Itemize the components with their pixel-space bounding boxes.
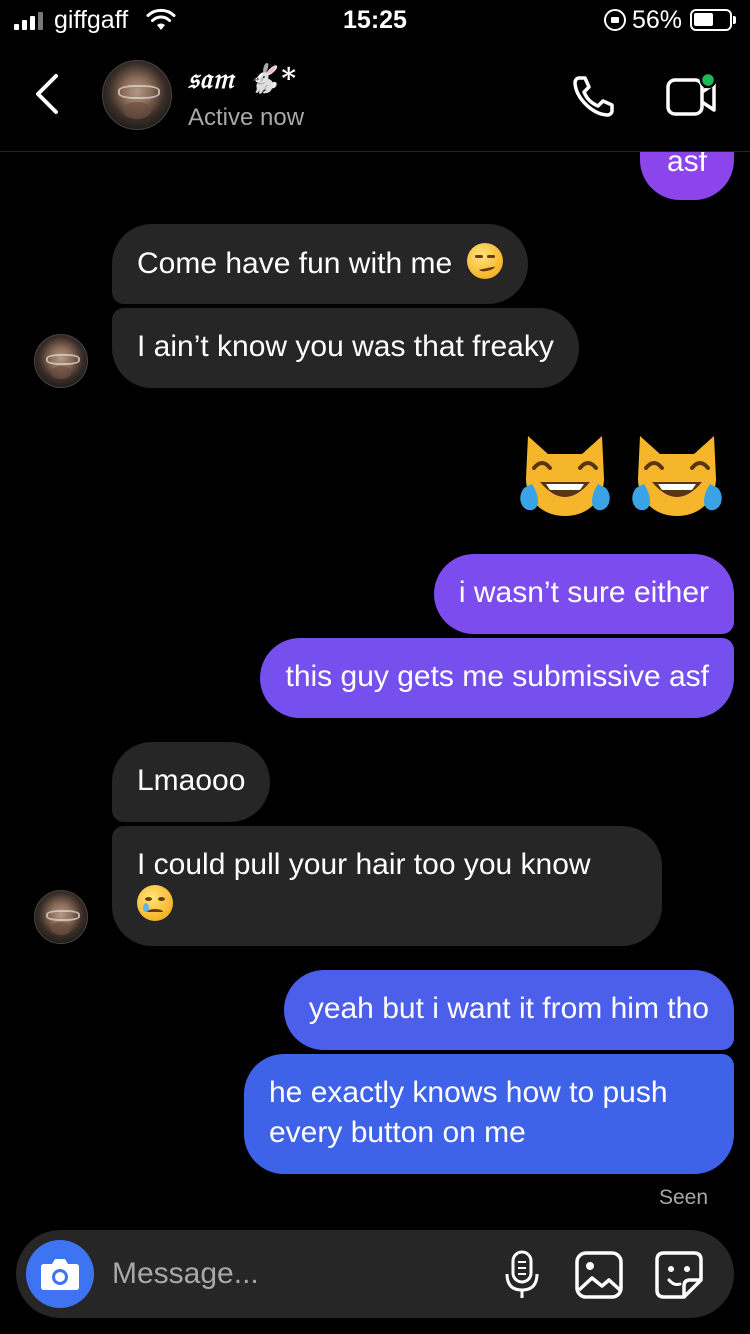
message-text: this guy gets me submissive asf <box>285 660 709 693</box>
incoming-message[interactable]: I ain’t know you was that freaky <box>112 308 579 388</box>
camera-icon <box>41 1259 79 1290</box>
message-text: I could pull your hair too you know <box>137 848 591 881</box>
sticker-icon[interactable] <box>654 1250 704 1300</box>
back-button[interactable] <box>28 72 68 116</box>
message-composer <box>16 1230 734 1318</box>
camera-button[interactable] <box>26 1240 94 1308</box>
video-call-icon[interactable] <box>664 70 720 120</box>
contact-name[interactable]: 𝔰𝔞𝔪 🐇* <box>188 62 297 96</box>
incoming-message[interactable]: Lmaooo <box>112 742 271 822</box>
smirk-face-icon <box>466 243 503 279</box>
message-text: yeah but i want it from him tho <box>308 992 709 1025</box>
message-text: Lmaooo <box>137 764 246 797</box>
face-holding-back-tears-icon <box>137 885 173 921</box>
message-text: i wasn’t sure either <box>458 576 709 609</box>
cat-tears-of-joy-icon[interactable] <box>630 428 724 518</box>
message-text: Come have fun with me <box>137 247 453 280</box>
outgoing-message[interactable]: this guy gets me submissive asf <box>260 638 734 718</box>
gallery-icon[interactable] <box>574 1250 624 1300</box>
sender-avatar[interactable] <box>34 334 88 388</box>
phone-call-icon[interactable] <box>570 72 618 120</box>
chat-header: 𝔰𝔞𝔪 🐇* Active now <box>0 44 750 152</box>
seen-receipt: Seen <box>658 1186 708 1209</box>
battery-percentage: 56% <box>632 6 683 34</box>
incoming-message[interactable]: Come have fun with me <box>112 224 528 304</box>
message-text: I ain’t know you was that freaky <box>137 330 554 363</box>
message-text: he exactly knows how to push every butto… <box>269 1076 668 1149</box>
status-bar: giffgaff 15:25 56% <box>0 0 750 44</box>
incoming-message[interactable]: I could pull your hair too you know <box>112 826 662 946</box>
orientation-lock-icon <box>604 9 626 31</box>
message-input[interactable] <box>112 1252 472 1296</box>
sender-avatar[interactable] <box>34 890 88 944</box>
outgoing-message[interactable]: i wasn’t sure either <box>433 554 734 634</box>
cat-tears-of-joy-icon[interactable] <box>518 428 612 518</box>
outgoing-message[interactable]: yeah but i want it from him tho <box>283 970 734 1050</box>
outgoing-message[interactable]: he exactly knows how to push every butto… <box>244 1054 734 1174</box>
battery-icon <box>690 9 736 31</box>
contact-avatar[interactable] <box>102 60 172 130</box>
microphone-icon[interactable] <box>504 1250 540 1300</box>
contact-active-status: Active now <box>188 104 305 131</box>
